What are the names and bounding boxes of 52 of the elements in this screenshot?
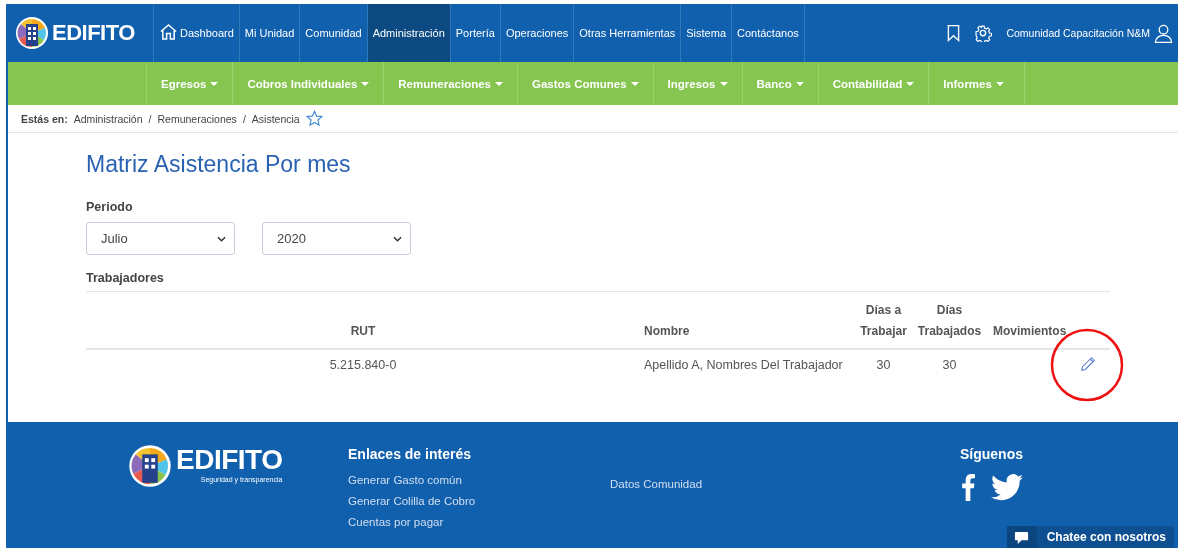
logo-wordmark: EDIFITO <box>176 444 283 476</box>
caret-icon <box>719 81 728 86</box>
caret-icon <box>361 81 370 86</box>
footer-heading: Síguenos <box>960 446 1023 462</box>
page-title: Matriz Asistencia Por mes <box>86 151 352 178</box>
breadcrumb-label: Estás en: <box>21 112 68 125</box>
breadcrumb-link[interactable]: Administración <box>73 112 143 125</box>
home-icon <box>159 23 178 40</box>
footer-link[interactable]: Generar Colilla de Cobro <box>348 494 610 509</box>
star-icon[interactable] <box>305 110 323 127</box>
column-header: RUT <box>349 323 377 340</box>
caret-icon <box>210 81 219 86</box>
chevron-icon <box>217 235 226 242</box>
column-header: Días a Trabajar <box>859 302 908 340</box>
bird-icon[interactable] <box>991 473 1023 501</box>
section-label: Trabajadores <box>86 271 165 285</box>
column-header: Movimientos <box>992 323 1068 340</box>
column-header: Nombre <box>643 323 691 340</box>
breadcrumb-separator: / <box>242 112 246 125</box>
user-icon[interactable] <box>1154 23 1173 43</box>
footer-link[interactable]: Datos Comunidad <box>610 477 960 492</box>
dropdown-select[interactable]: Julio <box>86 222 235 255</box>
caret-icon <box>995 81 1004 86</box>
edit-icon[interactable] <box>1079 355 1097 373</box>
bookmark-icon[interactable] <box>947 24 961 42</box>
footer-heading: Enlaces de interés <box>348 446 472 462</box>
breadcrumb-separator: / <box>148 112 152 125</box>
nav-tab[interactable]: Administración <box>367 4 451 62</box>
caret-icon <box>795 81 804 86</box>
settings-icon[interactable] <box>974 24 993 42</box>
logo-wordmark: EDIFITO <box>52 20 135 46</box>
table-cell-text: 30 <box>941 358 958 372</box>
footer-link[interactable]: Generar Gasto común <box>348 473 610 488</box>
footer-link[interactable]: Cuentas por pagar <box>348 515 610 530</box>
breadcrumb-link[interactable]: Remuneraciones <box>157 112 237 125</box>
table-cell-text: 30 <box>875 358 892 372</box>
table-cell-text: Apellido A, Nombres Del Trabajador <box>643 358 844 372</box>
period-label: Periodo <box>86 200 134 214</box>
chevron-icon <box>393 235 402 242</box>
user-name[interactable]: Comunidad Capacitación N&M <box>1006 27 1150 39</box>
column-header: Días Trabajados <box>916 302 983 340</box>
speech-bubble-icon <box>1014 529 1030 545</box>
caret-icon <box>906 81 915 86</box>
logo-icon <box>15 16 49 50</box>
chat-button[interactable]: Chatee con nosotros <box>1006 526 1174 548</box>
dropdown-select[interactable]: 2020 <box>262 222 411 255</box>
logo-icon <box>128 444 172 488</box>
table-cell-text: 5.215.840-0 <box>328 358 398 372</box>
facebook-icon[interactable] <box>961 473 975 501</box>
breadcrumb-link[interactable]: Asistencia <box>251 112 300 125</box>
caret-icon <box>495 81 503 86</box>
caret-icon <box>630 81 639 86</box>
